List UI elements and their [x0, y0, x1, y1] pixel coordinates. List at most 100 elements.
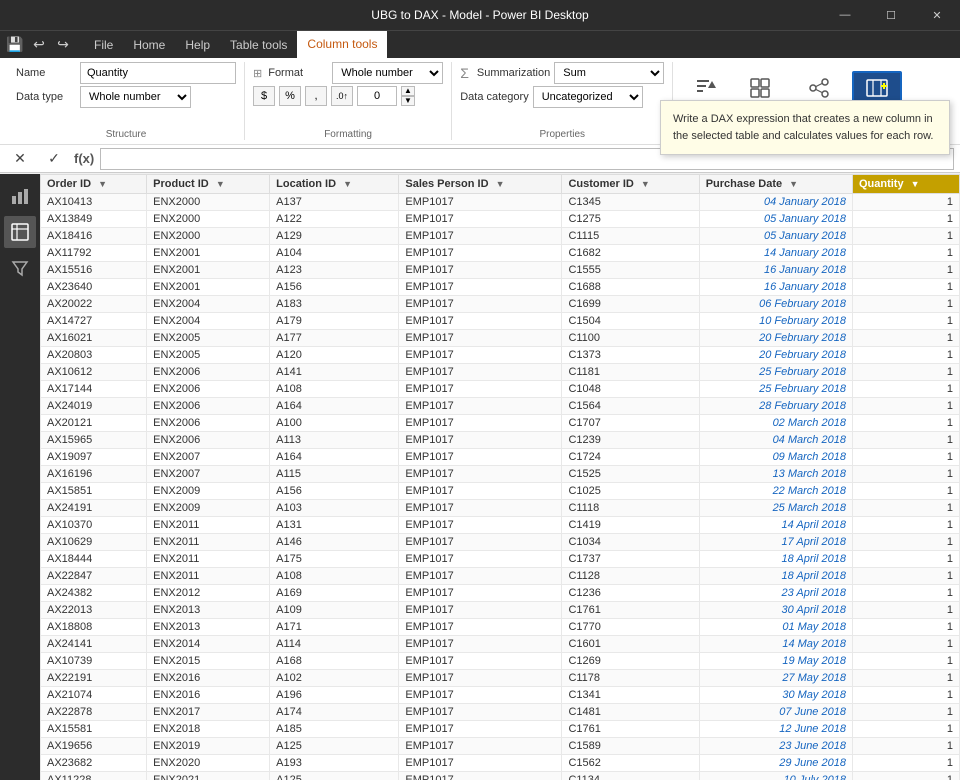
comma-btn[interactable]: ,	[305, 86, 327, 106]
table-cell: EMP1017	[399, 704, 562, 721]
data-type-select[interactable]: Whole number Decimal number Text Date	[80, 86, 191, 108]
table-cell: AX18808	[41, 619, 147, 636]
col-sales-person-id[interactable]: Sales Person ID ▼	[399, 175, 562, 194]
table-row[interactable]: AX20803ENX2005A120EMP1017C137320 Februar…	[41, 347, 960, 364]
table-cell: 1	[852, 670, 959, 687]
data-category-select[interactable]: Uncategorized Address City Country	[533, 86, 643, 108]
spinner-up[interactable]: ▲	[401, 86, 415, 96]
table-row[interactable]: AX18416ENX2000A129EMP1017C111505 January…	[41, 228, 960, 245]
table-row[interactable]: AX24382ENX2012A169EMP1017C123623 April 2…	[41, 585, 960, 602]
table-row[interactable]: AX22191ENX2016A102EMP1017C117827 May 201…	[41, 670, 960, 687]
col-location-id[interactable]: Location ID ▼	[270, 175, 399, 194]
table-row[interactable]: AX22878ENX2017A174EMP1017C148107 June 20…	[41, 704, 960, 721]
currency-btn[interactable]: $	[253, 86, 275, 106]
table-row[interactable]: AX22013ENX2013A109EMP1017C176130 April 2…	[41, 602, 960, 619]
table-cell: ENX2014	[147, 636, 270, 653]
table-row[interactable]: AX18444ENX2011A175EMP1017C173718 April 2…	[41, 551, 960, 568]
home-menu[interactable]: Home	[123, 31, 175, 59]
app-title: UBG to DAX - Model - Power BI Desktop	[371, 8, 588, 22]
col-quantity[interactable]: Quantity ▼	[852, 175, 959, 194]
confirm-formula-button[interactable]: ✓	[40, 145, 68, 173]
percent-btn[interactable]: %	[279, 86, 301, 106]
sort-purchase-date-icon[interactable]: ▼	[789, 179, 798, 189]
table-row[interactable]: AX14727ENX2004A179EMP1017C150410 Februar…	[41, 313, 960, 330]
table-row[interactable]: AX24141ENX2014A114EMP1017C160114 May 201…	[41, 636, 960, 653]
col-product-id[interactable]: Product ID ▼	[147, 175, 270, 194]
table-cell: ENX2021	[147, 772, 270, 780]
undo-icon[interactable]: ↩	[28, 34, 50, 56]
help-menu[interactable]: Help	[175, 31, 220, 59]
table-row[interactable]: AX10413ENX2000A137EMP1017C134504 January…	[41, 194, 960, 211]
table-row[interactable]: AX15516ENX2001A123EMP1017C155516 January…	[41, 262, 960, 279]
sort-order-id-icon[interactable]: ▼	[98, 179, 107, 189]
minimize-button[interactable]: —	[822, 0, 868, 30]
format-select[interactable]: Whole number Decimal number Currency Per…	[332, 62, 443, 84]
table-row[interactable]: AX16196ENX2007A115EMP1017C152513 March 2…	[41, 466, 960, 483]
table-row[interactable]: AX17144ENX2006A108EMP1017C104825 Februar…	[41, 381, 960, 398]
table-row[interactable]: AX19656ENX2019A125EMP1017C158923 June 20…	[41, 738, 960, 755]
summarization-select[interactable]: Sum Average Count None	[554, 62, 664, 84]
table-cell: 23 April 2018	[699, 585, 852, 602]
maximize-button[interactable]: ☐	[868, 0, 914, 30]
table-cell: A125	[270, 772, 399, 780]
table-cell: C1761	[562, 602, 699, 619]
table-cell: EMP1017	[399, 296, 562, 313]
table-row[interactable]: AX24191ENX2009A103EMP1017C111825 March 2…	[41, 500, 960, 517]
column-tools-menu[interactable]: Column tools	[297, 31, 387, 59]
save-icon[interactable]: 💾	[4, 34, 26, 56]
table-cell: AX17144	[41, 381, 147, 398]
table-row[interactable]: AX10612ENX2006A141EMP1017C118125 Februar…	[41, 364, 960, 381]
sidebar-icon-table[interactable]	[4, 216, 36, 248]
file-menu[interactable]: File	[84, 31, 123, 59]
close-button[interactable]: ✕	[914, 0, 960, 30]
sort-location-id-icon[interactable]: ▼	[343, 179, 352, 189]
table-row[interactable]: AX20121ENX2006A100EMP1017C170702 March 2…	[41, 415, 960, 432]
table-cell: AX24141	[41, 636, 147, 653]
sort-sales-person-icon[interactable]: ▼	[496, 179, 505, 189]
table-row[interactable]: AX15581ENX2018A185EMP1017C176112 June 20…	[41, 721, 960, 738]
table-row[interactable]: AX22847ENX2011A108EMP1017C112818 April 2…	[41, 568, 960, 585]
table-row[interactable]: AX10629ENX2011A146EMP1017C103417 April 2…	[41, 534, 960, 551]
table-row[interactable]: AX16021ENX2005A177EMP1017C110020 Februar…	[41, 330, 960, 347]
table-cell: ENX2016	[147, 687, 270, 704]
table-row[interactable]: AX19097ENX2007A164EMP1017C172409 March 2…	[41, 449, 960, 466]
table-row[interactable]: AX20022ENX2004A183EMP1017C169906 Februar…	[41, 296, 960, 313]
sidebar-icon-filter[interactable]	[4, 252, 36, 284]
table-row[interactable]: AX23640ENX2001A156EMP1017C168816 January…	[41, 279, 960, 296]
sort-product-id-icon[interactable]: ▼	[216, 179, 225, 189]
table-container[interactable]: Order ID ▼ Product ID ▼ Location ID ▼ Sa…	[40, 174, 960, 780]
table-cell: AX10370	[41, 517, 147, 534]
table-row[interactable]: AX10370ENX2011A131EMP1017C141914 April 2…	[41, 517, 960, 534]
table-row[interactable]: AX23682ENX2020A193EMP1017C156229 June 20…	[41, 755, 960, 772]
table-row[interactable]: AX13849ENX2000A122EMP1017C127505 January…	[41, 211, 960, 228]
sort-quantity-icon[interactable]: ▼	[911, 179, 920, 189]
table-cell: 20 February 2018	[699, 330, 852, 347]
sidebar-icon-charts[interactable]	[4, 180, 36, 212]
increase-decimal-btn[interactable]: .0↑	[331, 86, 353, 106]
col-order-id[interactable]: Order ID ▼	[41, 175, 147, 194]
sort-customer-id-icon[interactable]: ▼	[641, 179, 650, 189]
decimal-input[interactable]	[357, 86, 397, 106]
table-row[interactable]: AX15965ENX2006A113EMP1017C123904 March 2…	[41, 432, 960, 449]
cancel-formula-button[interactable]: ✕	[6, 145, 34, 173]
redo-icon[interactable]: ↪	[52, 34, 74, 56]
col-purchase-date[interactable]: Purchase Date ▼	[699, 175, 852, 194]
table-row[interactable]: AX11228ENX2021A125EMP1017C113410 July 20…	[41, 772, 960, 780]
table-cell: 1	[852, 755, 959, 772]
table-row[interactable]: AX15851ENX2009A156EMP1017C102522 March 2…	[41, 483, 960, 500]
table-tools-menu[interactable]: Table tools	[220, 31, 297, 59]
structure-group: Name Data type Whole number Decimal numb…	[8, 62, 245, 140]
table-row[interactable]: AX24019ENX2006A164EMP1017C156428 Februar…	[41, 398, 960, 415]
table-row[interactable]: AX10739ENX2015A168EMP1017C126919 May 201…	[41, 653, 960, 670]
table-row[interactable]: AX18808ENX2013A171EMP1017C177001 May 201…	[41, 619, 960, 636]
spinner-down[interactable]: ▼	[401, 96, 415, 106]
table-cell: 1	[852, 653, 959, 670]
name-input[interactable]	[80, 62, 236, 84]
col-customer-id[interactable]: Customer ID ▼	[562, 175, 699, 194]
table-cell: EMP1017	[399, 483, 562, 500]
table-cell: A146	[270, 534, 399, 551]
data-table: Order ID ▼ Product ID ▼ Location ID ▼ Sa…	[40, 174, 960, 780]
table-row[interactable]: AX11792ENX2001A104EMP1017C168214 January…	[41, 245, 960, 262]
table-row[interactable]: AX21074ENX2016A196EMP1017C134130 May 201…	[41, 687, 960, 704]
table-cell: EMP1017	[399, 347, 562, 364]
